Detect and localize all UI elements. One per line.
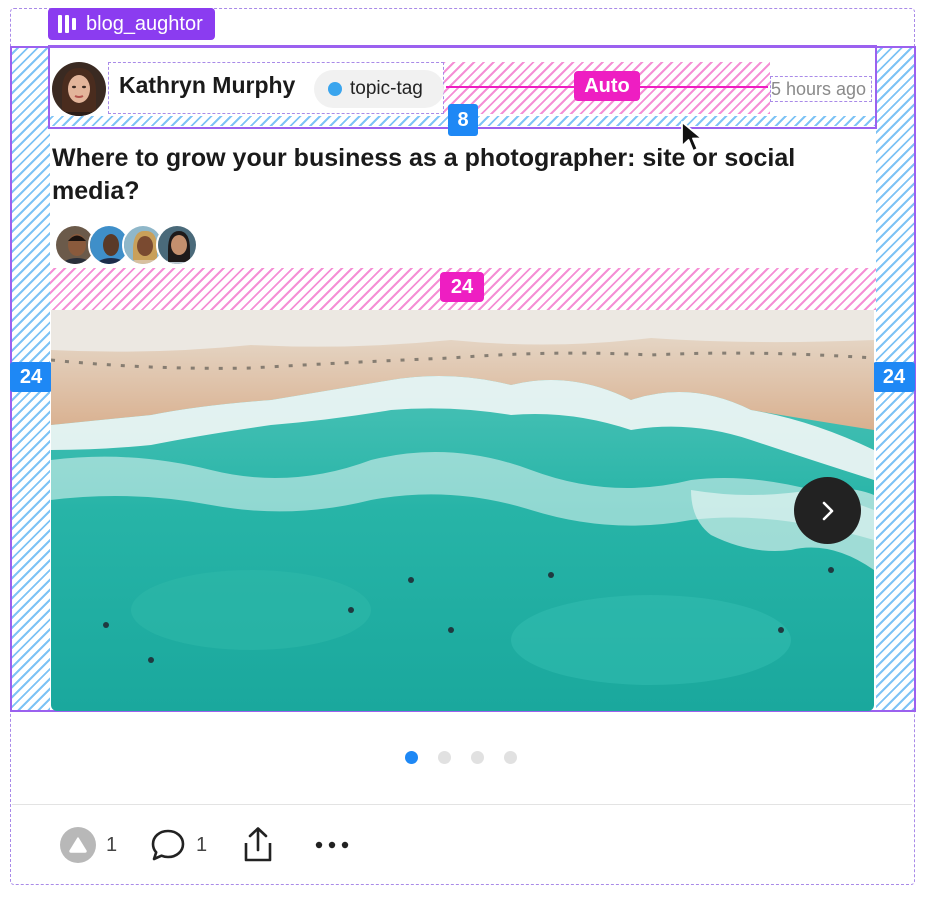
upvote-icon: [60, 827, 96, 863]
more-horizontal-icon: [315, 841, 349, 849]
mouse-cursor-icon: [680, 120, 710, 161]
upvote-button[interactable]: 1: [60, 824, 117, 866]
carousel-dot[interactable]: [504, 751, 517, 764]
chevron-right-icon: [822, 501, 833, 520]
padding-right-badge: 24: [873, 362, 915, 392]
component-label[interactable]: blog_aughtor: [48, 8, 215, 40]
comment-icon: [151, 829, 185, 861]
author-avatar[interactable]: [52, 62, 106, 116]
post-title[interactable]: Where to grow your business as a photogr…: [52, 142, 852, 208]
auto-gap-badge: Auto: [574, 71, 640, 101]
content-gap-badge: 24: [440, 272, 484, 302]
hero-image[interactable]: [51, 310, 874, 711]
share-button[interactable]: [240, 824, 276, 866]
post-timestamp: 5 hours ago: [770, 76, 872, 102]
topic-tag-label: topic-tag: [350, 78, 423, 99]
share-icon: [244, 827, 272, 862]
participant-avatar: [156, 224, 198, 266]
padding-left-badge: 24: [10, 362, 52, 392]
comment-count: 1: [196, 833, 208, 856]
carousel-next-button[interactable]: [794, 477, 861, 544]
more-options-button[interactable]: [314, 824, 350, 866]
component-icon: [58, 15, 76, 33]
topic-dot-icon: [328, 82, 342, 96]
carousel-dot[interactable]: [471, 751, 484, 764]
carousel-indicator: [405, 751, 517, 764]
comment-button[interactable]: 1: [150, 824, 207, 866]
upvote-count: 1: [106, 833, 118, 856]
carousel-dot[interactable]: [438, 751, 451, 764]
component-name: blog_aughtor: [86, 12, 203, 35]
header-gap-badge: 8: [448, 104, 478, 136]
carousel-dot-active[interactable]: [405, 751, 418, 764]
footer-divider: [12, 804, 912, 805]
topic-tag[interactable]: topic-tag: [314, 70, 444, 108]
